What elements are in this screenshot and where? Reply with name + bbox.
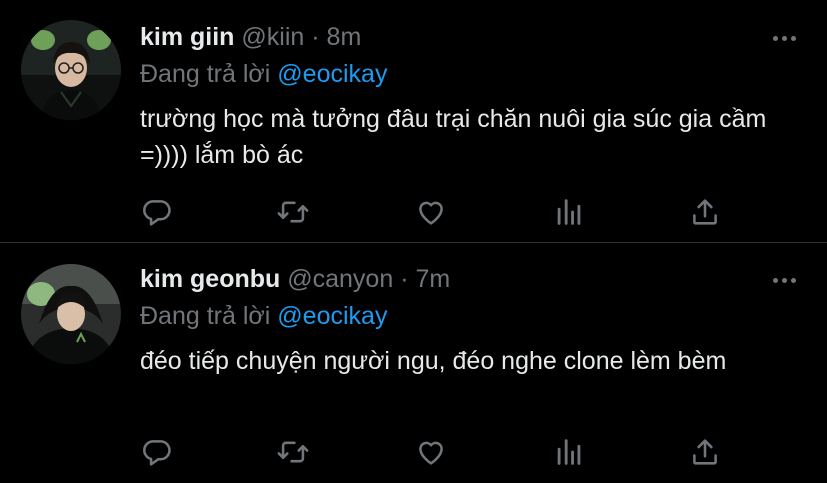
avatar[interactable]	[21, 264, 121, 364]
display-name[interactable]: kim geonbu	[140, 265, 280, 293]
separator-dot: ·	[311, 23, 320, 51]
action-bar	[140, 435, 740, 469]
share-icon[interactable]	[688, 195, 722, 229]
share-icon[interactable]	[688, 435, 722, 469]
tweet-header: kim geonbu @canyon · 7m	[140, 265, 450, 294]
replying-to: Đang trả lời @eocikay	[140, 60, 387, 89]
more-options-icon[interactable]	[773, 275, 797, 285]
avatar[interactable]	[21, 20, 121, 120]
tweet-header: kim giin @kiin · 8m	[140, 23, 361, 52]
reply-icon[interactable]	[140, 195, 174, 229]
display-name[interactable]: kim giin	[140, 23, 234, 51]
action-bar	[140, 195, 740, 229]
tweet[interactable]: kim giin @kiin · 8m Đang trả lời @eocika…	[0, 0, 827, 242]
timestamp[interactable]: 8m	[327, 23, 362, 51]
tweet-text: trường học mà tưởng đâu trại chăn nuôi g…	[140, 105, 767, 169]
mention-link[interactable]: @eocikay	[277, 60, 387, 88]
separator-dot: ·	[400, 265, 409, 293]
replying-to-label: Đang trả lời	[140, 302, 271, 330]
tweet-text: đéo tiếp chuyện người ngu, đéo nghe clon…	[140, 347, 727, 375]
mention-link[interactable]: @eocikay	[277, 302, 387, 330]
retweet-icon[interactable]	[276, 195, 310, 229]
replying-to: Đang trả lời @eocikay	[140, 302, 387, 331]
like-icon[interactable]	[414, 195, 448, 229]
timestamp[interactable]: 7m	[415, 265, 450, 293]
tweet[interactable]: kim geonbu @canyon · 7m Đang trả lời @eo…	[0, 243, 827, 483]
like-icon[interactable]	[414, 435, 448, 469]
reply-icon[interactable]	[140, 435, 174, 469]
replying-to-label: Đang trả lời	[140, 60, 271, 88]
analytics-icon[interactable]	[552, 195, 586, 229]
analytics-icon[interactable]	[552, 435, 586, 469]
more-options-icon[interactable]	[773, 33, 797, 43]
user-handle[interactable]: @canyon	[287, 265, 393, 293]
retweet-icon[interactable]	[276, 435, 310, 469]
user-handle[interactable]: @kiin	[241, 23, 304, 51]
